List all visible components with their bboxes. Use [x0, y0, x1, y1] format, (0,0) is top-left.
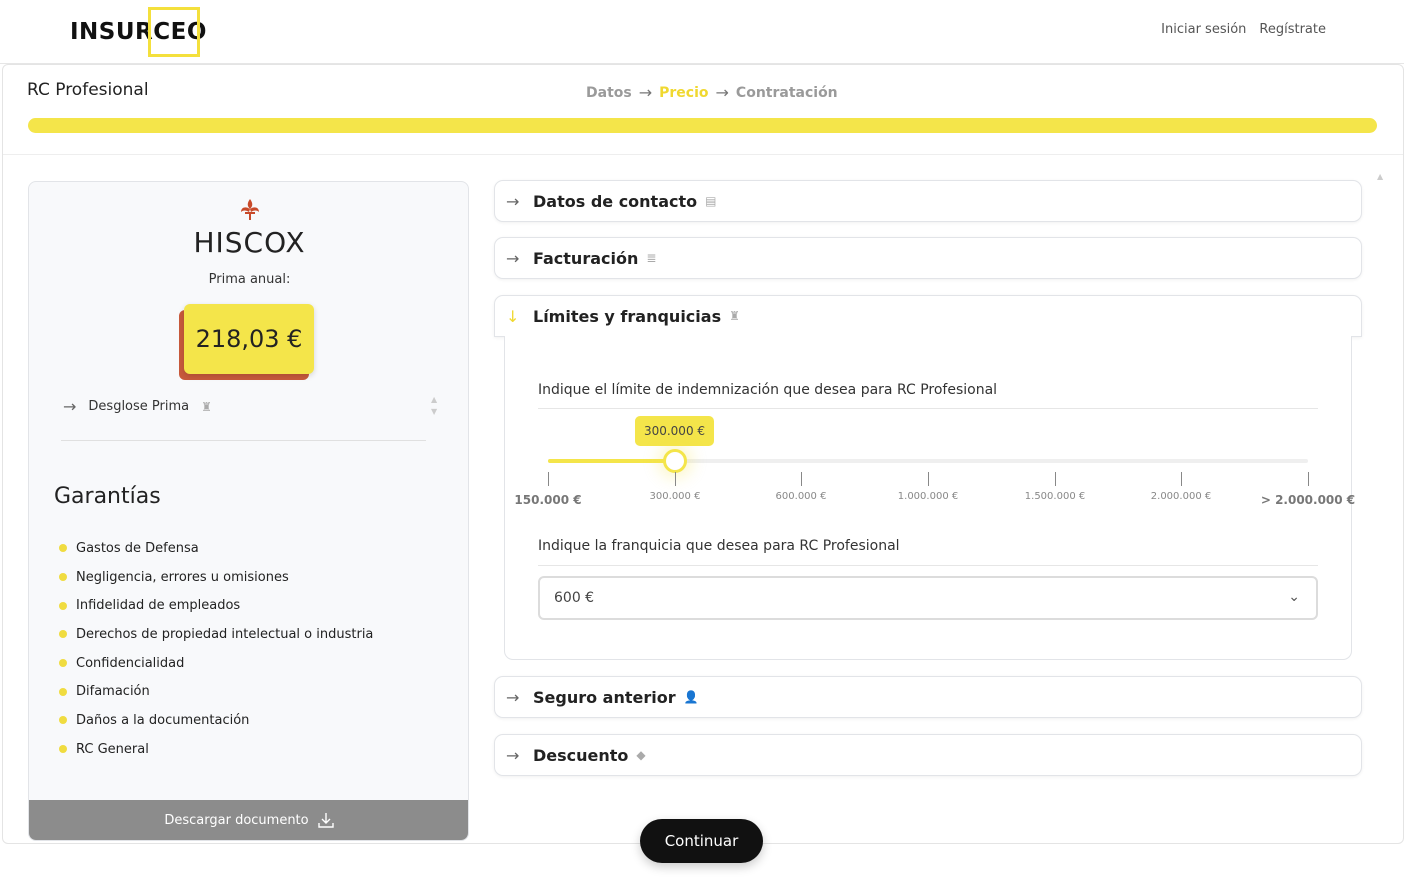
- slider-tick: [548, 472, 549, 486]
- arrow-down-icon: ↓: [506, 306, 520, 326]
- premium-price: 218,03 €: [184, 304, 314, 374]
- slider-tick: [675, 472, 676, 486]
- top-bar: INSURCEO Iniciar sesión Regístrate: [0, 0, 1404, 64]
- deductible-value: 600 €: [554, 590, 595, 606]
- slider-tick-label[interactable]: 1.500.000 €: [1025, 491, 1085, 502]
- list-item: Difamación: [59, 677, 373, 706]
- step-breadcrumb: Datos → Precio → Contratación: [586, 83, 838, 102]
- arrow-right-icon: →: [506, 687, 520, 707]
- guarantee-label: Gastos de Defensa: [76, 540, 199, 556]
- insurer-name: HISCOX: [193, 226, 306, 259]
- step-precio[interactable]: Precio: [659, 85, 708, 101]
- chevron-down-icon: ⌄: [1288, 589, 1300, 605]
- download-document-button[interactable]: Descargar documento: [29, 800, 468, 840]
- coins-icon: ≣: [646, 251, 657, 265]
- download-icon: [317, 813, 334, 828]
- contact-card-icon: ▤: [705, 194, 717, 208]
- guarantee-label: RC General: [76, 741, 149, 757]
- accordion-discount[interactable]: → Descuento ◆: [494, 734, 1362, 776]
- premium-breakdown-toggle[interactable]: → Desglose Prima ♜: [63, 397, 212, 416]
- slider-tick-label[interactable]: 1.000.000 €: [898, 491, 958, 502]
- logo-frame: [148, 7, 200, 57]
- step-datos[interactable]: Datos: [586, 85, 632, 101]
- accordion-label: Facturación: [533, 248, 639, 268]
- divider: [538, 408, 1318, 409]
- guarantee-label: Confidencialidad: [76, 655, 185, 671]
- guarantee-label: Difamación: [76, 684, 150, 700]
- list-item: Confidencialidad: [59, 649, 373, 678]
- scroll-arrows-icon: ▲ ▼: [431, 395, 438, 416]
- slider-tick-label[interactable]: 150.000 €: [514, 493, 581, 507]
- slider-tick: [1308, 472, 1309, 486]
- tag-icon: ◆: [636, 748, 646, 762]
- auth-links: Iniciar sesión Regístrate: [1161, 22, 1326, 37]
- accordion-limits[interactable]: ↓ Límites y franquicias ♜: [494, 295, 1362, 337]
- bullet-dot: [59, 601, 67, 610]
- arrow-right-icon: →: [638, 83, 653, 102]
- guarantee-label: Negligencia, errores u omisiones: [76, 569, 289, 585]
- guarantees-title: Garantías: [54, 484, 161, 509]
- deductible-select[interactable]: 600 € ⌄: [538, 576, 1318, 620]
- continue-button[interactable]: Continuar: [640, 819, 763, 863]
- accordion-contact[interactable]: → Datos de contacto ▤: [494, 180, 1362, 222]
- list-item: Gastos de Defensa: [59, 534, 373, 563]
- accordion-previous-insurance[interactable]: → Seguro anterior 👤: [494, 676, 1362, 718]
- quote-panel: HISCOX Prima anual: 218,03 € → Desglose …: [28, 181, 469, 841]
- step-contratacion[interactable]: Contratación: [736, 85, 838, 101]
- bullet-dot: [59, 573, 67, 582]
- deductible-question: Indique la franquicia que desea para RC …: [538, 538, 900, 554]
- accordion-label: Datos de contacto: [533, 191, 698, 211]
- limit-question: Indique el límite de indemnización que d…: [538, 382, 998, 398]
- bullet-dot: [59, 745, 67, 754]
- slider-tick-label[interactable]: 2.000.000 €: [1151, 491, 1211, 502]
- login-link[interactable]: Iniciar sesión: [1161, 22, 1246, 37]
- scroll-up-icon[interactable]: ▲: [1377, 172, 1383, 181]
- guarantee-label: Infidelidad de empleados: [76, 598, 241, 614]
- guarantee-label: Derechos de propiedad intelectual o indu…: [76, 626, 374, 642]
- slider-tick-label[interactable]: 300.000 €: [650, 491, 701, 502]
- money-bag-icon: ♜: [729, 309, 740, 323]
- hiscox-fleur-icon: [241, 199, 259, 220]
- divider: [61, 440, 426, 441]
- slider-value-tooltip: 300.000 €: [635, 416, 714, 446]
- arrow-right-icon: →: [506, 248, 520, 268]
- divider: [538, 565, 1318, 566]
- accordion-label: Descuento: [533, 745, 629, 765]
- list-item: Daños a la documentación: [59, 706, 373, 735]
- product-title: RC Profesional: [27, 80, 149, 100]
- slider-tick: [928, 472, 929, 486]
- register-link[interactable]: Regístrate: [1259, 22, 1326, 37]
- list-item: Derechos de propiedad intelectual o indu…: [59, 620, 373, 649]
- arrow-right-icon: →: [506, 745, 520, 765]
- user-shield-icon: 👤: [683, 690, 699, 704]
- slider-tick: [1055, 472, 1056, 486]
- money-bag-icon: ♜: [201, 399, 212, 414]
- bullet-dot: [59, 659, 67, 668]
- list-item: RC General: [59, 735, 373, 764]
- premium-label: Prima anual:: [208, 272, 291, 287]
- accordion-label: Límites y franquicias: [533, 306, 722, 326]
- download-label: Descargar documento: [164, 812, 309, 828]
- accordion-label: Seguro anterior: [533, 687, 676, 707]
- divider: [3, 154, 1403, 155]
- arrow-right-icon: →: [715, 83, 729, 102]
- bullet-dot: [59, 630, 67, 639]
- list-item: Negligencia, errores u omisiones: [59, 563, 373, 592]
- slider-tick-label[interactable]: > 2.000.000 €: [1261, 493, 1355, 507]
- progress-bar: [28, 118, 1377, 133]
- bullet-dot: [59, 716, 67, 725]
- list-item: Infidelidad de empleados: [59, 591, 373, 620]
- arrow-right-icon: →: [506, 191, 520, 211]
- slider-tick-label[interactable]: 600.000 €: [776, 491, 827, 502]
- limit-slider-thumb[interactable]: [663, 449, 687, 473]
- accordion-billing[interactable]: → Facturación ≣: [494, 237, 1362, 279]
- bullet-dot: [59, 687, 67, 696]
- slider-tick: [1181, 472, 1182, 486]
- breakdown-label: Desglose Prima: [88, 399, 190, 414]
- guarantee-label: Daños a la documentación: [76, 712, 250, 728]
- guarantees-list: Gastos de Defensa Negligencia, errores u…: [59, 534, 373, 764]
- arrow-right-icon: →: [63, 397, 77, 416]
- bullet-dot: [59, 544, 67, 553]
- slider-tick: [801, 472, 802, 486]
